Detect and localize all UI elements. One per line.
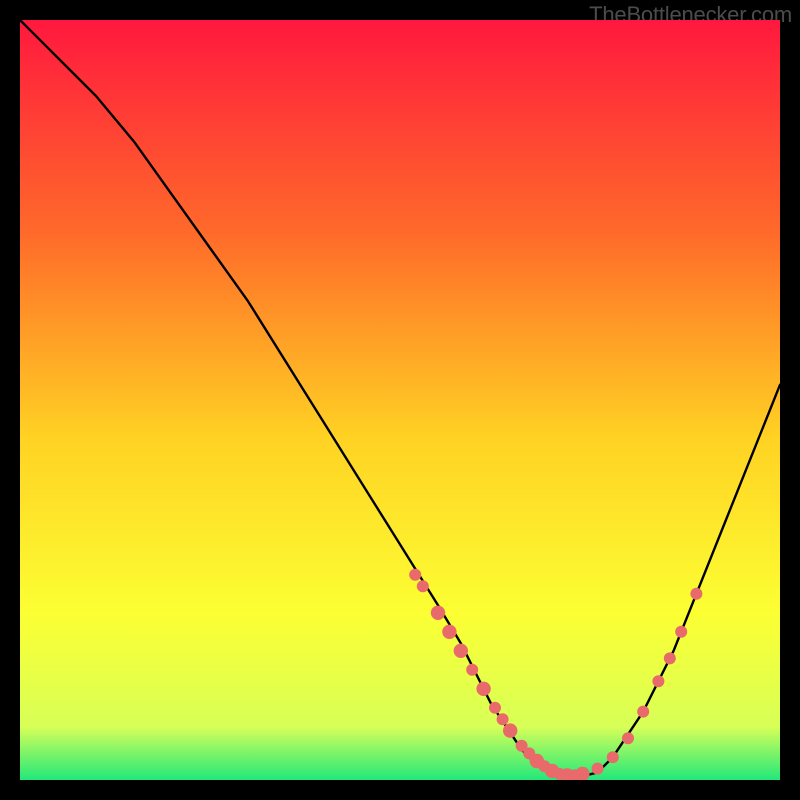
data-marker (454, 644, 468, 658)
data-marker (664, 652, 676, 664)
chart-container (20, 20, 780, 780)
data-marker (690, 588, 702, 600)
data-marker (442, 625, 456, 639)
data-marker (489, 702, 501, 714)
data-marker (417, 580, 429, 592)
data-marker (607, 751, 619, 763)
data-marker (431, 606, 445, 620)
bottleneck-chart (20, 20, 780, 780)
data-marker (592, 763, 604, 775)
data-marker (637, 706, 649, 718)
data-marker (476, 682, 490, 696)
data-marker (409, 569, 421, 581)
data-marker (652, 675, 664, 687)
data-marker (675, 626, 687, 638)
data-marker (497, 713, 509, 725)
data-marker (503, 723, 517, 737)
data-marker (466, 664, 478, 676)
data-marker (622, 732, 634, 744)
